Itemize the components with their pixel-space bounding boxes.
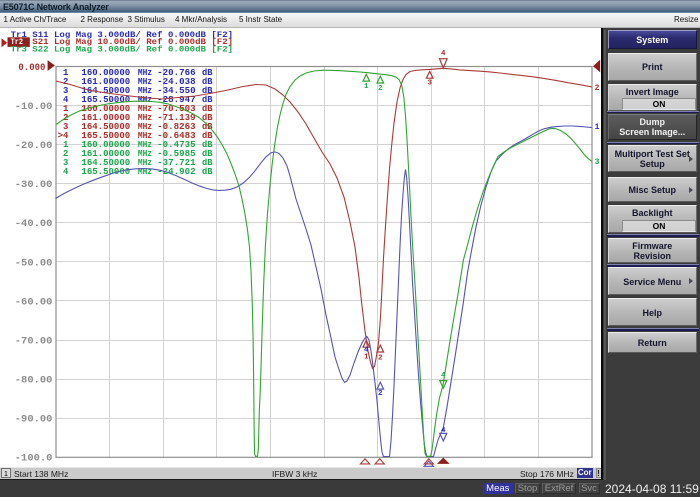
svg-text:3: 3 (427, 80, 432, 88)
svg-text:4: 4 (441, 372, 446, 380)
svg-text:2: 2 (378, 354, 383, 362)
svg-text:0.000: 0.000 (18, 63, 45, 74)
svg-text:dB: dB (202, 167, 213, 177)
svg-text:1: 1 (595, 123, 600, 132)
svg-text:-10.00: -10.00 (15, 102, 53, 113)
svg-text:-40.00: -40.00 (15, 219, 53, 230)
svg-text:Tr3 S22 Log Mag 3.000dB/ Ref 0: Tr3 S22 Log Mag 3.000dB/ Ref 0.000dB [F2… (11, 45, 234, 54)
svg-text:-20.00: -20.00 (15, 141, 53, 152)
svg-text:1: 1 (364, 83, 369, 91)
svg-text:-30.00: -30.00 (15, 180, 53, 191)
svg-text:-90.00: -90.00 (15, 415, 53, 426)
svg-text:-100.0: -100.0 (15, 454, 53, 465)
svg-text:-50.00: -50.00 (15, 258, 53, 269)
svg-text:3: 3 (595, 158, 600, 167)
svg-text:-80.00: -80.00 (15, 376, 53, 387)
svg-text:1: 1 (364, 353, 369, 361)
svg-text:2: 2 (378, 85, 383, 93)
svg-text:2: 2 (595, 84, 600, 93)
svg-text:4: 4 (63, 167, 69, 177)
svg-text:-60.00: -60.00 (15, 297, 53, 308)
svg-text:-70.00: -70.00 (15, 337, 53, 348)
svg-text:2: 2 (378, 390, 383, 398)
svg-text:4: 4 (441, 50, 446, 58)
